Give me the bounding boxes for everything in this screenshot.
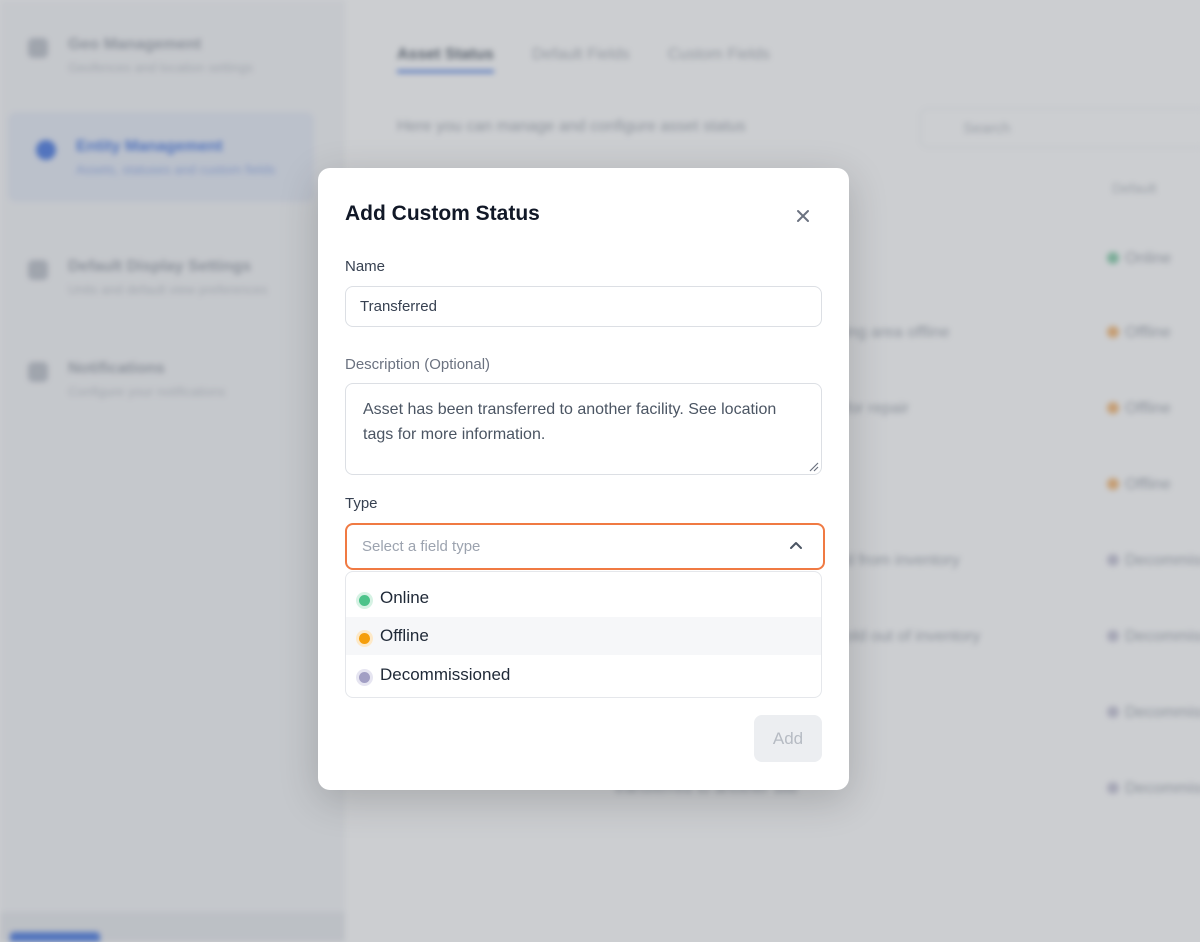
type-select[interactable]: Select a field type bbox=[345, 523, 825, 570]
chevron-up-icon bbox=[790, 542, 802, 549]
add-button[interactable]: Add bbox=[754, 715, 822, 762]
type-select-placeholder: Select a field type bbox=[362, 538, 481, 555]
name-label: Name bbox=[345, 258, 386, 275]
name-input[interactable]: Transferred bbox=[345, 286, 822, 327]
add-custom-status-modal: Add Custom Status Name Transferred Descr… bbox=[318, 168, 849, 790]
description-textarea[interactable]: Asset has been transferred to another fa… bbox=[345, 383, 822, 475]
type-option-label: Online bbox=[380, 588, 430, 607]
close-icon bbox=[797, 210, 809, 222]
online-dot-icon bbox=[359, 595, 370, 606]
decommissioned-dot-icon bbox=[359, 672, 370, 683]
type-option-offline[interactable]: Offline bbox=[346, 617, 821, 655]
type-option-decommissioned[interactable]: Decommissioned bbox=[346, 656, 821, 694]
description-label: Description (Optional) bbox=[345, 356, 491, 373]
close-button[interactable] bbox=[788, 201, 818, 231]
type-label: Type bbox=[345, 495, 378, 512]
description-text: Asset has been transferred to another fa… bbox=[363, 401, 777, 443]
modal-title: Add Custom Status bbox=[345, 202, 540, 225]
resize-handle-icon[interactable] bbox=[807, 460, 819, 472]
type-options-dropdown: Online Offline Decommissioned bbox=[345, 571, 822, 698]
offline-dot-icon bbox=[359, 633, 370, 644]
type-option-label: Decommissioned bbox=[380, 665, 511, 684]
type-option-online[interactable]: Online bbox=[346, 579, 821, 617]
type-option-label: Offline bbox=[380, 626, 429, 645]
